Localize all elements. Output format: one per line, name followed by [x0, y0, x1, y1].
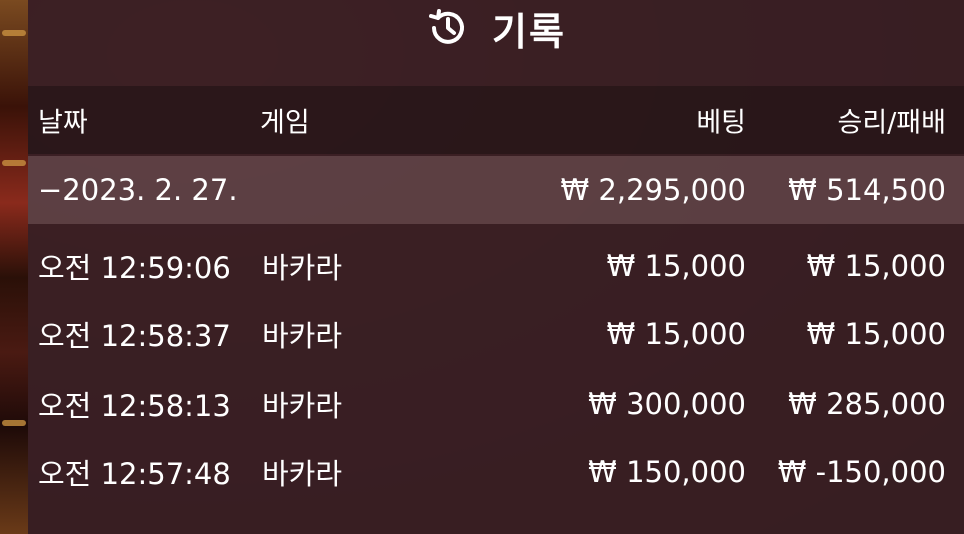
table-row[interactable]: 오전 12:58:13 바카라 ₩ 300,000 ₩ 285,000: [28, 370, 964, 438]
history-header: 기록: [28, 0, 964, 56]
row-time: 오전 12:57:48: [38, 457, 231, 491]
column-header-date: 날짜: [38, 107, 88, 139]
date-group-row[interactable]: −2023. 2. 27. ₩ 2,295,000 ₩ 514,500: [28, 156, 964, 224]
row-result: ₩ 15,000: [806, 249, 946, 283]
column-header-result: 승리/패배: [837, 107, 946, 139]
total-result: ₩ 514,500: [788, 173, 946, 207]
row-bet: ₩ 15,000: [606, 317, 746, 351]
column-header-game: 게임: [260, 107, 310, 139]
row-game: 바카라: [262, 457, 343, 491]
row-time: 오전 12:58:13: [38, 389, 231, 423]
game-table-edge: [0, 0, 28, 534]
row-game: 바카라: [262, 389, 343, 423]
total-bet: ₩ 2,295,000: [560, 173, 746, 207]
row-time: 오전 12:58:37: [38, 319, 231, 353]
table-row[interactable]: 오전 12:57:48 바카라 ₩ 150,000 ₩ -150,000: [28, 438, 964, 506]
history-icon: [426, 6, 470, 50]
history-screen: 기록 날짜 게임 베팅 승리/패배 −2023. 2. 27. ₩ 2,295,…: [0, 0, 964, 534]
table-header: 날짜 게임 베팅 승리/패배: [28, 86, 964, 154]
table-trim: [2, 160, 26, 166]
column-header-bet: 베팅: [696, 107, 746, 139]
table-row[interactable]: 오전 12:59:06 바카라 ₩ 15,000 ₩ 15,000: [28, 232, 964, 300]
row-bet: ₩ 150,000: [588, 455, 746, 489]
table-trim: [2, 30, 26, 36]
row-bet: ₩ 300,000: [588, 387, 746, 421]
row-time: 오전 12:59:06: [38, 251, 231, 285]
table-row[interactable]: 오전 12:58:37 바카라 ₩ 15,000 ₩ 15,000: [28, 300, 964, 368]
date-group-label: −2023. 2. 27.: [38, 173, 238, 207]
row-result: ₩ 285,000: [788, 387, 946, 421]
row-result: ₩ -150,000: [777, 455, 946, 489]
row-game: 바카라: [262, 319, 343, 353]
row-game: 바카라: [262, 251, 343, 285]
page-title: 기록: [492, 9, 566, 54]
row-result: ₩ 15,000: [806, 317, 946, 351]
row-bet: ₩ 15,000: [606, 249, 746, 283]
history-panel: 기록 날짜 게임 베팅 승리/패배 −2023. 2. 27. ₩ 2,295,…: [28, 0, 964, 534]
table-trim: [2, 420, 26, 426]
